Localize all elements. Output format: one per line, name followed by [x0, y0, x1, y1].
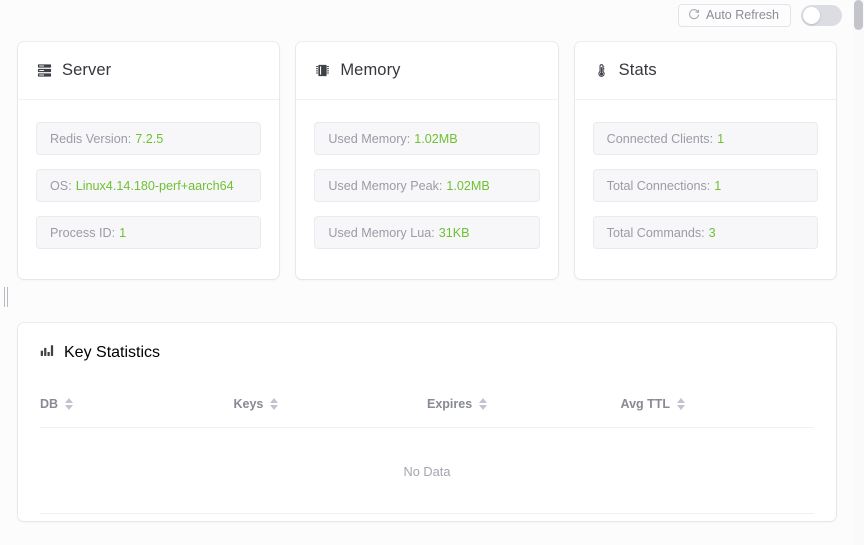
- vertical-scrollbar[interactable]: [853, 0, 864, 545]
- stat-value: 3: [709, 226, 716, 240]
- card-memory-body: Used Memory: 1.02MB Used Memory Peak: 1.…: [296, 100, 557, 279]
- redis-dashboard-page: Auto Refresh: [0, 0, 864, 545]
- card-stats-body: Connected Clients: 1 Total Connections: …: [575, 100, 836, 279]
- table-header-row: DB Keys: [40, 383, 814, 428]
- stat-row: Connected Clients: 1: [593, 122, 818, 155]
- sort-toggle-keys[interactable]: [270, 398, 278, 410]
- auto-refresh-label: Auto Refresh: [706, 9, 779, 22]
- stat-row: Used Memory Peak: 1.02MB: [314, 169, 539, 202]
- caret-down-icon: [677, 405, 685, 410]
- stat-value: 1: [714, 179, 721, 193]
- memory-chip-icon: [314, 62, 331, 80]
- drag-handle-bar: [4, 287, 5, 307]
- caret-up-icon: [65, 398, 73, 403]
- stat-label: Redis Version:: [50, 132, 131, 146]
- stat-row: Total Connections: 1: [593, 169, 818, 202]
- stat-label: Used Memory:: [328, 132, 410, 146]
- key-statistics-header: Key Statistics: [18, 323, 836, 383]
- key-statistics-body: DB Keys: [18, 383, 836, 514]
- caret-up-icon: [270, 398, 278, 403]
- caret-down-icon: [65, 405, 73, 410]
- stat-row: Redis Version: 7.2.5: [36, 122, 261, 155]
- stat-label: Used Memory Peak:: [328, 179, 442, 193]
- auto-refresh-toggle[interactable]: [801, 5, 842, 26]
- toolbar: Auto Refresh: [678, 0, 842, 30]
- column-header-db[interactable]: DB: [40, 383, 234, 428]
- card-stats: Stats Connected Clients: 1 Total Connect…: [575, 42, 836, 279]
- empty-state-text: No Data: [40, 428, 814, 514]
- bar-chart-icon: [40, 343, 55, 363]
- sort-toggle-expires[interactable]: [479, 398, 487, 410]
- stat-value: 1.02MB: [414, 132, 457, 146]
- key-statistics-title: Key Statistics: [64, 344, 160, 362]
- stat-row: OS: Linux4.14.180-perf+aarch64: [36, 169, 261, 202]
- thermometer-icon: [593, 62, 610, 80]
- sidebar-drag-handle[interactable]: [4, 287, 11, 307]
- card-memory-header: Memory: [296, 42, 557, 100]
- column-label: Avg TTL: [621, 397, 671, 411]
- column-header-keys[interactable]: Keys: [234, 383, 428, 428]
- card-stats-title: Stats: [619, 61, 657, 80]
- stat-label: OS:: [50, 179, 72, 193]
- table-body: No Data: [40, 428, 814, 514]
- toggle-knob: [803, 7, 820, 24]
- column-header-expires[interactable]: Expires: [427, 383, 621, 428]
- column-label: DB: [40, 397, 58, 411]
- refresh-icon: [688, 9, 700, 21]
- card-stats-header: Stats: [575, 42, 836, 100]
- card-server-body: Redis Version: 7.2.5 OS: Linux4.14.180-p…: [18, 100, 279, 279]
- caret-down-icon: [270, 405, 278, 410]
- stat-row: Process ID: 1: [36, 216, 261, 249]
- server-icon: [36, 62, 53, 80]
- stat-label: Total Commands:: [607, 226, 705, 240]
- card-server-title: Server: [62, 61, 111, 80]
- card-server-header: Server: [18, 42, 279, 100]
- auto-refresh-button[interactable]: Auto Refresh: [678, 4, 791, 27]
- key-statistics-table: DB Keys: [40, 383, 814, 514]
- stat-value: 1.02MB: [446, 179, 489, 193]
- caret-down-icon: [479, 405, 487, 410]
- card-memory-title: Memory: [340, 61, 400, 80]
- drag-handle-bar: [7, 287, 8, 307]
- table-empty-row: No Data: [40, 428, 814, 514]
- stat-label: Total Connections:: [607, 179, 711, 193]
- card-server: Server Redis Version: 7.2.5 OS: Linux4.1…: [18, 42, 279, 279]
- stat-label: Connected Clients:: [607, 132, 713, 146]
- card-key-statistics: Key Statistics DB: [18, 323, 836, 521]
- stat-row: Used Memory Lua: 31KB: [314, 216, 539, 249]
- column-label: Expires: [427, 397, 472, 411]
- stat-value: 1: [717, 132, 724, 146]
- stat-row: Used Memory: 1.02MB: [314, 122, 539, 155]
- stat-value: 7.2.5: [135, 132, 163, 146]
- column-header-avg-ttl[interactable]: Avg TTL: [621, 383, 815, 428]
- stat-label: Used Memory Lua:: [328, 226, 434, 240]
- stat-row: Total Commands: 3: [593, 216, 818, 249]
- sort-toggle-avg-ttl[interactable]: [677, 398, 685, 410]
- table-header: DB Keys: [40, 383, 814, 428]
- scrollbar-thumb[interactable]: [854, 0, 863, 30]
- info-cards-row: Server Redis Version: 7.2.5 OS: Linux4.1…: [18, 42, 836, 279]
- card-memory: Memory Used Memory: 1.02MB Used Memory P…: [296, 42, 557, 279]
- sort-toggle-db[interactable]: [65, 398, 73, 410]
- stat-value: Linux4.14.180-perf+aarch64: [76, 179, 234, 193]
- stat-label: Process ID:: [50, 226, 115, 240]
- column-label: Keys: [234, 397, 264, 411]
- stat-value: 31KB: [439, 226, 470, 240]
- stat-value: 1: [119, 226, 126, 240]
- caret-up-icon: [677, 398, 685, 403]
- caret-up-icon: [479, 398, 487, 403]
